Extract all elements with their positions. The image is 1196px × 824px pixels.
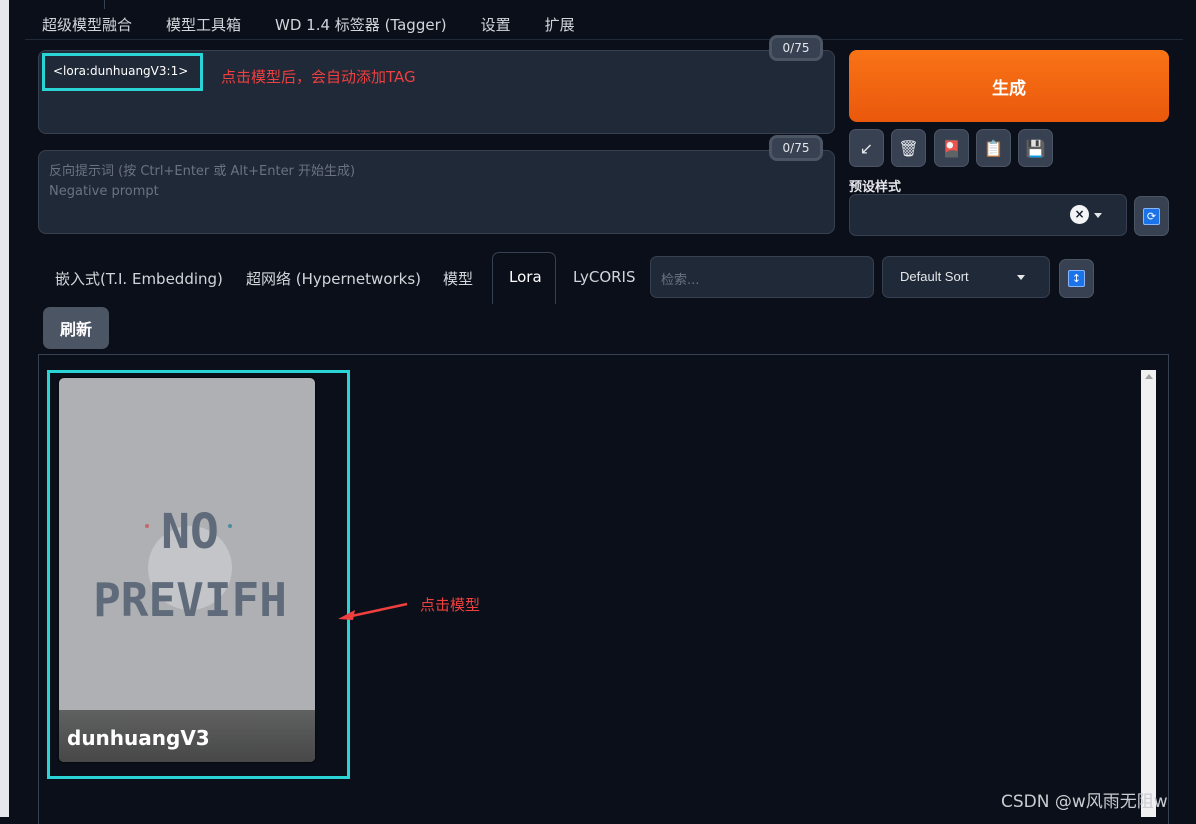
- sort-direction-button[interactable]: ↕: [1059, 259, 1094, 298]
- tab-extensions[interactable]: 扩展: [528, 8, 592, 40]
- clipboard-icon: 📋: [983, 138, 1004, 158]
- negative-token-counter: 0/75: [769, 135, 823, 161]
- extra-networks-button[interactable]: 🎴: [934, 129, 969, 167]
- clear-prompt-button[interactable]: 🗑: [891, 129, 926, 167]
- watermark: CSDN @w风雨无阻w: [1001, 792, 1168, 812]
- tab-lycoris[interactable]: LyCORIS: [573, 268, 636, 286]
- left-window-edge: [0, 0, 9, 817]
- tab-supermerger[interactable]: 超级模型融合: [25, 8, 149, 40]
- arrow-icon: ↙: [859, 138, 874, 158]
- read-params-button[interactable]: ↙: [849, 129, 884, 167]
- save-icon: 💾: [1025, 138, 1046, 158]
- chevron-down-icon[interactable]: [1094, 213, 1102, 218]
- refresh-icon: ⟳: [1143, 207, 1160, 225]
- tab-tagger[interactable]: WD 1.4 标签器 (Tagger): [258, 8, 464, 40]
- tag-annotation: 点击模型后，会自动添加TAG: [221, 68, 416, 86]
- prompt-token-counter: 0/75: [769, 35, 823, 61]
- refresh-button[interactable]: 刷新: [43, 307, 109, 349]
- clear-icon[interactable]: ×: [1070, 205, 1089, 224]
- scrollbar[interactable]: [1141, 370, 1156, 817]
- tab-embedding[interactable]: 嵌入式(T.I. Embedding): [55, 268, 223, 289]
- save-style-button[interactable]: 💾: [1018, 129, 1053, 167]
- tab-checkpoints[interactable]: 模型: [443, 268, 473, 289]
- tab-settings[interactable]: 设置: [464, 8, 528, 40]
- sort-direction-icon: ↕: [1068, 270, 1085, 287]
- negative-prompt-placeholder: 反向提示词 (按 Ctrl+Enter 或 Alt+Enter 开始生成) Ne…: [49, 162, 355, 202]
- card-highlight-box: [47, 370, 350, 779]
- card-icon: 🎴: [941, 138, 962, 158]
- trash-icon: 🗑: [898, 138, 919, 158]
- negative-placeholder-cn: 反向提示词 (按 Ctrl+Enter 或 Alt+Enter 开始生成): [49, 164, 356, 179]
- main-tabs: 超级模型融合 模型工具箱 WD 1.4 标签器 (Tagger) 设置 扩展: [25, 8, 592, 40]
- tabs-divider: [25, 39, 1183, 40]
- generate-button[interactable]: 生成: [849, 50, 1169, 122]
- negative-placeholder-en: Negative prompt: [49, 184, 159, 199]
- search-input[interactable]: 检索...: [650, 256, 874, 298]
- arrow-annotation-icon: [338, 602, 408, 620]
- tab-hypernetworks[interactable]: 超网络 (Hypernetworks): [246, 268, 421, 289]
- tab-model-toolkit[interactable]: 模型工具箱: [149, 8, 258, 40]
- scroll-up-icon[interactable]: [1145, 374, 1153, 379]
- tag-highlight-box: [42, 53, 203, 91]
- refresh-styles-button[interactable]: ⟳: [1134, 196, 1169, 236]
- tab-lora[interactable]: Lora: [509, 268, 542, 286]
- apply-style-button[interactable]: 📋: [976, 129, 1011, 167]
- card-annotation: 点击模型: [420, 596, 481, 614]
- preset-styles-label: 预设样式: [849, 180, 902, 195]
- chevron-down-icon: [1017, 275, 1025, 280]
